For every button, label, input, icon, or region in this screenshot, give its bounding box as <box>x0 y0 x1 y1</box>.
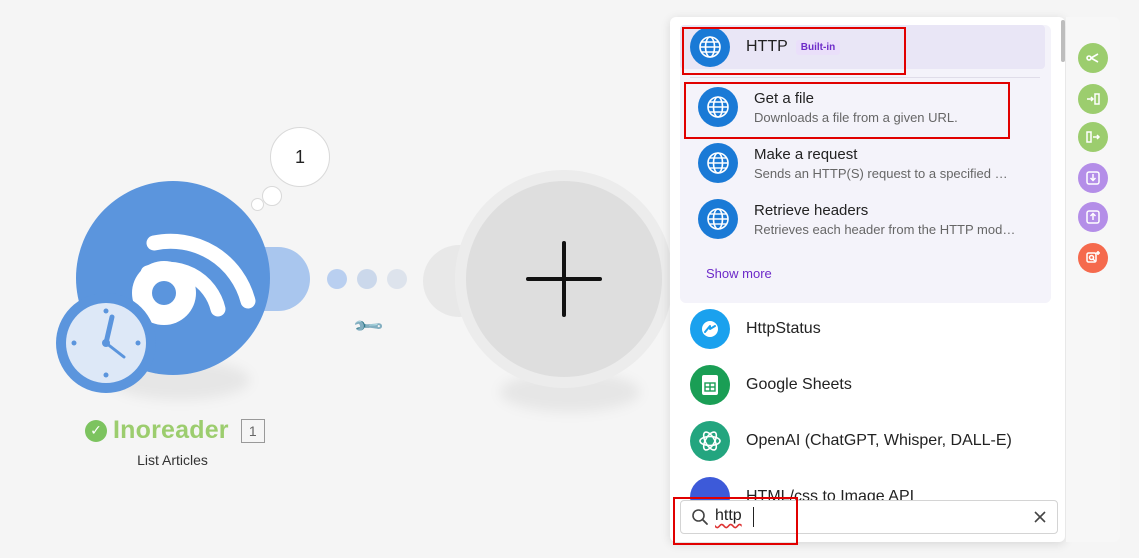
check-circle-icon: ✓ <box>85 419 107 442</box>
group-divider <box>690 77 1040 78</box>
clock-hands-icon <box>71 308 141 378</box>
action-title: Retrieve headers <box>754 201 869 219</box>
app-item-openai[interactable]: OpenAI (ChatGPT, Whisper, DALL-E) <box>690 421 1012 461</box>
search-plus-button[interactable] <box>1078 243 1108 273</box>
show-more-link[interactable]: Show more <box>706 266 772 281</box>
module-number: 1 <box>240 418 265 443</box>
export-button[interactable] <box>1078 202 1108 232</box>
connector-dot <box>327 269 347 289</box>
action-retrieve-headers[interactable]: Retrieve headers Retrieves each header f… <box>698 199 1038 247</box>
scenario-canvas: 1 ✓ Inoreader 1 List Articles 🔧 <box>0 0 673 558</box>
highlight-get-a-file <box>684 82 1010 139</box>
export-icon <box>1086 210 1100 224</box>
highlight-search <box>673 497 798 545</box>
globe-icon <box>698 143 738 183</box>
app-item-httpstatus[interactable]: HttpStatus <box>690 309 821 349</box>
iterator-button[interactable] <box>1078 122 1108 152</box>
wrench-icon[interactable]: 🔧 <box>351 309 386 344</box>
action-title: Make a request <box>754 145 858 163</box>
operations-count: 1 <box>294 146 305 167</box>
flow-control-button[interactable] <box>1078 43 1108 73</box>
aggregator-icon <box>1087 93 1100 105</box>
close-icon[interactable] <box>1033 510 1047 524</box>
panel-scrollbar[interactable] <box>1061 20 1065 62</box>
add-module-button[interactable] <box>466 181 662 377</box>
flow-control-icon <box>1086 53 1099 63</box>
module-subtitle: List Articles <box>137 452 208 468</box>
app-item-google-sheets[interactable]: Google Sheets <box>690 365 852 405</box>
plus-icon <box>526 241 602 317</box>
import-icon <box>1086 171 1100 185</box>
schedule-clock-icon[interactable] <box>56 293 156 393</box>
httpstatus-icon <box>690 309 730 349</box>
aggregator-button[interactable] <box>1078 84 1108 114</box>
app-name: OpenAI (ChatGPT, Whisper, DALL-E) <box>746 432 1012 449</box>
action-description: Retrieves each header from the HTTP modu… <box>754 221 1016 237</box>
module-name[interactable]: Inoreader <box>113 416 229 445</box>
search-plus-icon <box>1086 251 1100 263</box>
module-label: ✓ Inoreader 1 <box>85 416 265 445</box>
globe-icon <box>698 199 738 239</box>
app-name: Google Sheets <box>746 376 852 393</box>
import-button[interactable] <box>1078 163 1108 193</box>
clock-face <box>66 303 146 383</box>
operations-count-bubble[interactable]: 1 <box>270 127 330 187</box>
action-make-a-request[interactable]: Make a request Sends an HTTP(S) request … <box>698 143 1038 191</box>
connector-dot <box>387 269 407 289</box>
highlight-http-app <box>682 27 906 75</box>
action-description: Sends an HTTP(S) request to a specified … <box>754 165 1016 181</box>
app-name: HttpStatus <box>746 320 821 337</box>
connector-dot <box>357 269 377 289</box>
openai-icon <box>690 421 730 461</box>
sheets-icon <box>690 365 730 405</box>
iterator-icon <box>1086 131 1101 143</box>
